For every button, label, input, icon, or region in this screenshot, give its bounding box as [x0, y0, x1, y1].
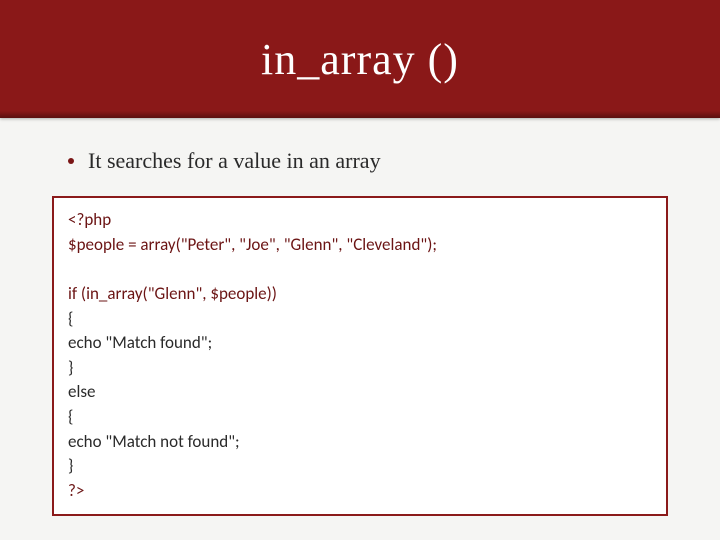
code-line: echo "Match found"; — [68, 332, 212, 353]
bullet-text: It searches for a value in an array — [88, 148, 381, 174]
slide-content: It searches for a value in an array <?ph… — [0, 118, 720, 516]
slide-title: in_array () — [261, 34, 459, 85]
slide-header: in_array () — [0, 0, 720, 118]
code-line: ?> — [68, 480, 84, 501]
code-line: { — [68, 406, 73, 427]
bullet-dot-icon — [68, 158, 74, 164]
code-block: <?php $people = array("Peter", "Joe", "G… — [52, 196, 668, 516]
code-line: <?php — [68, 209, 111, 230]
code-line: $people = array("Peter", "Joe", "Glenn",… — [68, 234, 437, 255]
code-line: } — [68, 455, 73, 476]
bullet-item: It searches for a value in an array — [68, 148, 670, 174]
code-line: { — [68, 308, 73, 329]
code-line: echo "Match not found"; — [68, 431, 240, 452]
code-line: else — [68, 381, 95, 402]
code-line: } — [68, 357, 73, 378]
code-line: if (in_array("Glenn", $people)) — [68, 283, 277, 304]
